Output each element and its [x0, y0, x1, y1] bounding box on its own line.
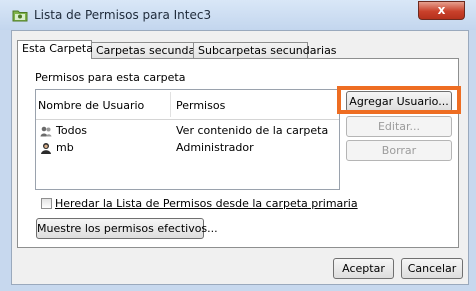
inherit-checkbox-label[interactable]: Heredar la Lista de Permisos desde la ca… — [55, 197, 358, 210]
close-button[interactable]: x — [418, 1, 465, 20]
tab-label: Esta Carpeta — [22, 42, 93, 55]
accept-button[interactable]: Aceptar — [333, 258, 394, 279]
effective-permissions-button[interactable]: Muestre los permisos efectivos... — [36, 218, 218, 239]
tab-label: Subcarpetas secundarias — [198, 44, 337, 57]
highlight-box — [337, 86, 461, 114]
list-item[interactable]: Todos Ver contenido de la carpeta — [36, 124, 339, 139]
permission-value: Administrador — [176, 141, 254, 154]
list-item[interactable]: mb Administrador — [36, 141, 339, 156]
section-label: Permisos para esta carpeta — [35, 71, 186, 84]
user-name: mb — [56, 141, 74, 154]
permissions-dialog: Lista de Permisos para Intec3 x Esta Car… — [0, 0, 476, 291]
column-header-permissions[interactable]: Permisos — [176, 99, 225, 112]
user-name: Todos — [56, 124, 88, 137]
inherit-checkbox[interactable] — [41, 198, 52, 209]
group-icon — [40, 125, 52, 137]
tab-esta-carpeta[interactable]: Esta Carpeta — [17, 40, 93, 59]
window-title: Lista de Permisos para Intec3 — [34, 8, 212, 22]
user-icon — [40, 142, 52, 154]
permission-value: Ver contenido de la carpeta — [176, 124, 329, 137]
delete-button[interactable]: Borrar — [346, 140, 452, 161]
inherit-label-text: Heredar la Lista de Permisos desde la ca… — [55, 197, 358, 210]
column-divider[interactable] — [170, 92, 171, 117]
column-header-user[interactable]: Nombre de Usuario — [38, 99, 144, 112]
folder-permissions-icon — [12, 8, 28, 22]
tab-subcarpetas-secundarias[interactable]: Subcarpetas secundarias — [193, 42, 337, 58]
title-bar[interactable]: Lista de Permisos para Intec3 x — [0, 0, 476, 30]
permissions-list[interactable]: Nombre de Usuario Permisos Todos Ver con… — [35, 89, 340, 190]
tab-carpetas-secundarias[interactable]: Carpetas secundarias — [91, 42, 215, 58]
cancel-button[interactable]: Cancelar — [401, 258, 463, 279]
list-header: Nombre de Usuario Permisos — [36, 90, 339, 120]
edit-button[interactable]: Editar... — [346, 116, 452, 137]
